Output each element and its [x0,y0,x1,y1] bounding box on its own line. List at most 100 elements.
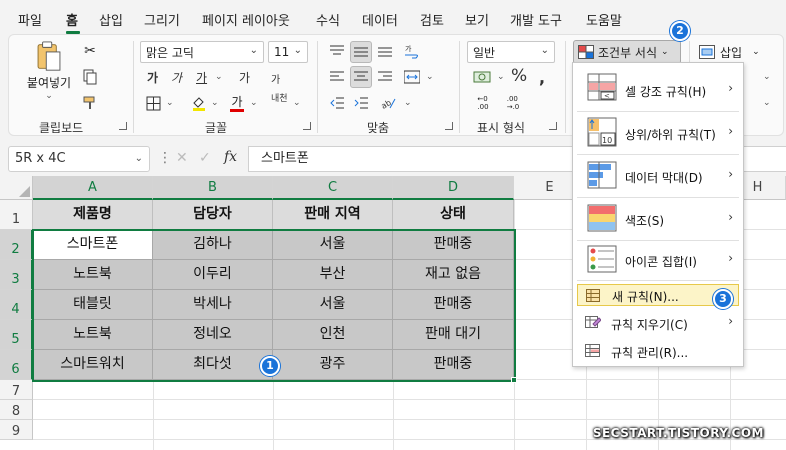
chevron-down-icon[interactable]: ⌄ [215,72,223,82]
insert-cells-button[interactable]: 삽입 ⌄ [699,41,769,63]
table-cell[interactable]: 노트북 [33,320,153,350]
row-header-3[interactable]: 3 [0,260,33,290]
chevron-down-icon[interactable]: ⌄ [211,98,219,108]
align-left-icon[interactable] [327,67,347,87]
cancel-icon[interactable]: ✕ [176,150,188,166]
table-cell[interactable]: 광주 [273,350,393,380]
table-cell[interactable]: 판매중 [393,350,514,380]
merge-center-icon[interactable] [401,67,423,87]
table-cell[interactable]: 박세나 [153,290,273,320]
table-cell[interactable]: 판매중 [393,290,514,320]
border-icon[interactable] [143,93,163,113]
menu-item-data-bars[interactable]: 데이터 막대(D) › [573,155,743,197]
format-painter-icon[interactable] [81,93,99,113]
table-cell[interactable]: 노트북 [33,260,153,290]
align-right-icon[interactable] [375,67,395,87]
table-cell[interactable]: 김하나 [153,230,273,260]
align-center-icon[interactable] [350,66,372,88]
menu-item-color-scales[interactable]: 색조(S) › [573,198,743,240]
alignment-launcher-icon[interactable] [445,122,453,130]
table-cell[interactable]: 정네오 [153,320,273,350]
chevron-down-icon[interactable]: ⌄ [763,98,771,108]
comma-style-button[interactable]: , [539,68,545,87]
enter-icon[interactable]: ✓ [199,150,211,166]
grow-font-button[interactable]: 가 [239,69,250,86]
align-top-icon[interactable] [327,41,347,61]
chevron-down-icon[interactable]: ⌄ [497,72,505,82]
row-header-1[interactable]: 1 [0,200,33,230]
cut-icon[interactable]: ✂ [81,41,99,61]
table-cell[interactable]: 인천 [273,320,393,350]
menu-item-top-bottom-rules[interactable]: 10 상위/하위 규칙(T) › [573,112,743,154]
copy-icon[interactable] [79,67,101,87]
table-cell[interactable]: 이두리 [153,260,273,290]
row-header-6[interactable]: 6 [0,350,33,380]
font-color-button[interactable]: 가 [227,92,247,114]
tab-file[interactable]: 파일 [18,10,42,29]
tab-formulas[interactable]: 수식 [316,10,340,29]
chevron-down-icon[interactable]: ⌄ [250,98,258,108]
tab-developer[interactable]: 개발 도구 [510,10,562,29]
number-launcher-icon[interactable] [549,122,557,130]
increase-indent-icon[interactable] [351,93,371,113]
paste-button[interactable]: 붙여넣기 ⌄ [25,41,73,101]
tab-data[interactable]: 데이터 [362,10,398,29]
col-header-b[interactable]: B [153,176,273,200]
tab-insert[interactable]: 삽입 [99,10,123,29]
phonetic-button[interactable]: 내천 [271,95,289,104]
row-header-5[interactable]: 5 [0,320,33,350]
decrease-decimal-icon[interactable]: .00 →.0 [502,93,524,113]
shrink-font-button[interactable]: 가 [271,71,280,86]
insert-function-button[interactable]: fx [224,149,237,165]
number-format-combo[interactable]: 일반 ⌄ [467,41,555,63]
menu-item-highlight-rules[interactable]: < 셀 강조 규칙(H) › [573,65,743,111]
increase-decimal-icon[interactable]: ←0.00 [472,93,494,113]
tab-review[interactable]: 검토 [420,10,444,29]
menu-item-icon-sets[interactable]: 아이콘 집합(I) › [573,241,743,279]
table-cell[interactable]: 판매 대기 [393,320,514,350]
row-header-9[interactable]: 9 [0,420,33,440]
wrap-text-icon[interactable]: 가 [401,41,423,63]
tab-help[interactable]: 도움말 [586,10,622,29]
row-header-2[interactable]: 2 [0,230,33,260]
menu-item-clear-rules[interactable]: 규칙 지우기(C) › [573,311,743,335]
bold-button[interactable]: 가 [147,69,158,86]
col-header-a[interactable]: A [33,176,153,200]
col-header-d[interactable]: D [393,176,514,200]
underline-button[interactable]: 가 [196,69,207,86]
align-middle-icon[interactable] [350,41,372,63]
table-cell[interactable]: 스마트워치 [33,350,153,380]
orientation-icon[interactable]: ab [377,93,399,113]
table-cell[interactable]: 재고 없음 [393,260,514,290]
currency-icon[interactable] [471,67,493,87]
table-header-manager[interactable]: 담당자 [153,200,273,230]
tab-view[interactable]: 보기 [465,10,489,29]
chevron-down-icon[interactable]: ⌄ [426,72,434,82]
table-header-product[interactable]: 제품명 [33,200,153,230]
fill-color-icon[interactable] [189,93,209,113]
fill-handle[interactable] [511,377,517,383]
chevron-down-icon[interactable]: ⌄ [404,98,412,108]
font-size-combo[interactable]: 11 ⌄ [268,41,308,63]
table-header-region[interactable]: 판매 지역 [273,200,393,230]
percent-button[interactable]: % [511,66,527,86]
select-all-corner[interactable] [0,176,33,200]
conditional-format-button[interactable]: 조건부 서식 ⌄ [573,40,681,64]
font-launcher-icon[interactable] [303,122,311,130]
table-cell[interactable]: 부산 [273,260,393,290]
decrease-indent-icon[interactable] [327,93,347,113]
font-name-combo[interactable]: 맑은 고딕 ⌄ [140,41,264,63]
row-header-4[interactable]: 4 [0,290,33,320]
table-cell[interactable]: 태블릿 [33,290,153,320]
row-header-7[interactable]: 7 [0,380,33,400]
italic-button[interactable]: 가 [171,69,182,86]
table-cell[interactable]: 스마트폰 [33,230,153,260]
table-cell[interactable]: 최다섯 [153,350,273,380]
col-header-c[interactable]: C [273,176,393,200]
row-header-8[interactable]: 8 [0,400,33,420]
chevron-down-icon[interactable]: ⌄ [763,72,771,82]
table-header-status[interactable]: 상태 [393,200,514,230]
tab-page-layout[interactable]: 페이지 레이아웃 [202,10,290,29]
tab-draw[interactable]: 그리기 [144,10,180,29]
name-box[interactable]: 5R x 4C ⌄ [8,146,150,172]
